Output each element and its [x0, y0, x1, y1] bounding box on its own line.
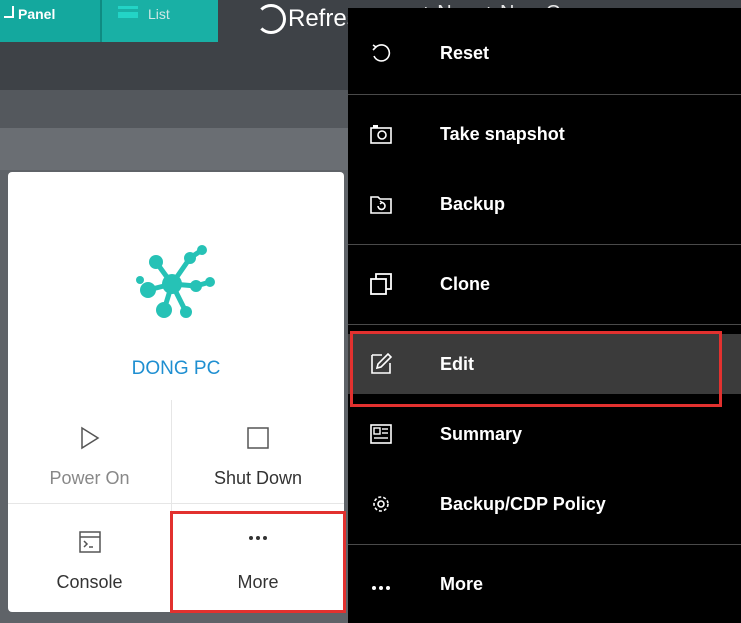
- menu-divider: [348, 94, 741, 95]
- list-label: List: [148, 6, 170, 22]
- menu-item-label: Edit: [440, 353, 474, 374]
- reset-icon: [368, 40, 394, 66]
- menu-divider: [348, 244, 741, 245]
- vm-name[interactable]: DONG PC: [8, 358, 344, 380]
- vm-actions: Power On Shut Down Console More: [8, 400, 344, 612]
- stop-square-icon: [247, 427, 269, 449]
- shut-down-label: Shut Down: [213, 468, 303, 488]
- console-icon: [78, 531, 101, 553]
- menu-item-label: Reset: [440, 42, 490, 63]
- play-icon: [80, 426, 99, 450]
- menu-divider: [348, 544, 741, 545]
- vm-card: DONG PC Power On Shut Down Console More: [8, 172, 344, 612]
- menu-item-edit[interactable]: Edit: [348, 334, 741, 394]
- menu-item-more[interactable]: More: [348, 554, 741, 614]
- menu-divider: [348, 324, 741, 325]
- refresh-icon: [256, 4, 286, 34]
- list-view-button[interactable]: List: [100, 0, 218, 42]
- gear-icon: [368, 491, 394, 517]
- panel-label: Panel: [18, 6, 56, 22]
- menu-item-label: Backup/CDP Policy: [440, 493, 606, 514]
- console-label: Console: [56, 572, 123, 592]
- menu-item-take-snapshot[interactable]: Take snapshot: [348, 104, 741, 164]
- camera-icon: [368, 121, 394, 147]
- menu-item-label: Backup: [440, 193, 506, 214]
- panel-view-button[interactable]: Panel: [0, 0, 100, 42]
- backup-icon: [368, 191, 394, 217]
- panel-icon: [4, 6, 14, 18]
- menu-item-clone[interactable]: Clone: [348, 254, 741, 314]
- more-actions-menu: Reset Take snapshot Backup Clone Edit Su…: [348, 8, 741, 623]
- menu-item-label: Summary: [440, 423, 523, 444]
- power-on-label: Power On: [49, 468, 130, 488]
- more-label: More: [237, 572, 279, 592]
- view-toggle: Panel List: [0, 0, 220, 42]
- ellipsis-icon: [368, 571, 394, 597]
- menu-item-backup[interactable]: Backup: [348, 174, 741, 234]
- more-button[interactable]: More: [172, 504, 344, 608]
- menu-item-label: More: [440, 573, 484, 594]
- summary-icon: [368, 421, 394, 447]
- menu-item-label: Take snapshot: [440, 123, 565, 144]
- shut-down-button[interactable]: Shut Down: [172, 400, 344, 504]
- list-icon: [118, 6, 138, 18]
- ellipsis-icon: [249, 536, 267, 540]
- edit-icon: [368, 351, 394, 377]
- power-on-button[interactable]: Power On: [8, 400, 172, 504]
- menu-item-backup-cdp-policy[interactable]: Backup/CDP Policy: [348, 474, 741, 534]
- clone-icon: [368, 271, 394, 297]
- menu-item-summary[interactable]: Summary: [348, 404, 741, 464]
- menu-item-reset[interactable]: Reset: [348, 23, 741, 83]
- network-node-icon: [136, 245, 215, 318]
- menu-item-label: Clone: [440, 273, 491, 294]
- console-button[interactable]: Console: [8, 504, 172, 608]
